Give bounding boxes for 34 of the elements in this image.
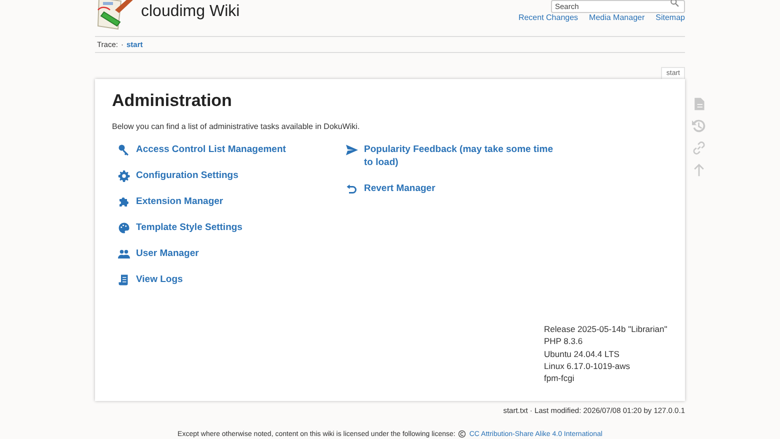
document-icon[interactable] <box>692 97 706 111</box>
admin-task-link[interactable]: User Manager <box>118 247 340 260</box>
users-icon <box>118 248 130 260</box>
version-line: PHP 8.3.6 <box>544 335 584 348</box>
history-icon[interactable] <box>692 119 706 133</box>
page-heading: Administration <box>112 91 233 111</box>
admin-task-link[interactable]: Popularity Feedback (may take some time to load) <box>346 143 556 169</box>
key-icon <box>118 144 130 156</box>
send-icon <box>346 144 358 156</box>
version-line: Linux 6.17.0-1019-aws <box>544 360 632 372</box>
admin-task-link[interactable]: Extension Manager <box>118 195 340 208</box>
logo-drawing[interactable] <box>95 0 135 30</box>
admin-task-link[interactable]: Revert Manager <box>346 182 556 195</box>
puzzle-icon <box>118 196 130 208</box>
intro-text: Below you can find a list of administrative tasks available in DokuWiki. <box>112 122 361 131</box>
version-line: Release 2025-05-14b "Librarian" <box>544 323 668 336</box>
nav-link[interactable]: Recent Changes <box>518 13 578 22</box>
admin-task-link[interactable]: Template Style Settings <box>118 221 340 234</box>
log-icon <box>118 274 130 286</box>
version-line: fpm-fcgi <box>544 372 576 384</box>
gear-icon <box>118 170 130 182</box>
nav-link[interactable]: Media Manager <box>589 13 645 22</box>
version-line: Ubuntu 24.04.4 LTS <box>544 348 620 360</box>
revert-icon <box>346 183 358 195</box>
admin-task-link[interactable]: Access Control List Management <box>118 143 340 156</box>
admin-task-link[interactable]: View Logs <box>118 273 340 286</box>
link-icon[interactable] <box>692 141 706 155</box>
site-title[interactable]: cloudimg Wiki <box>141 3 240 21</box>
copyright-icon <box>458 430 466 438</box>
search-icon[interactable] <box>670 0 679 7</box>
admin-task-link[interactable]: Configuration Settings <box>118 169 340 182</box>
palette-icon <box>118 222 130 234</box>
nav-link[interactable]: Sitemap <box>656 13 685 22</box>
arrow-up-icon[interactable] <box>692 163 706 177</box>
